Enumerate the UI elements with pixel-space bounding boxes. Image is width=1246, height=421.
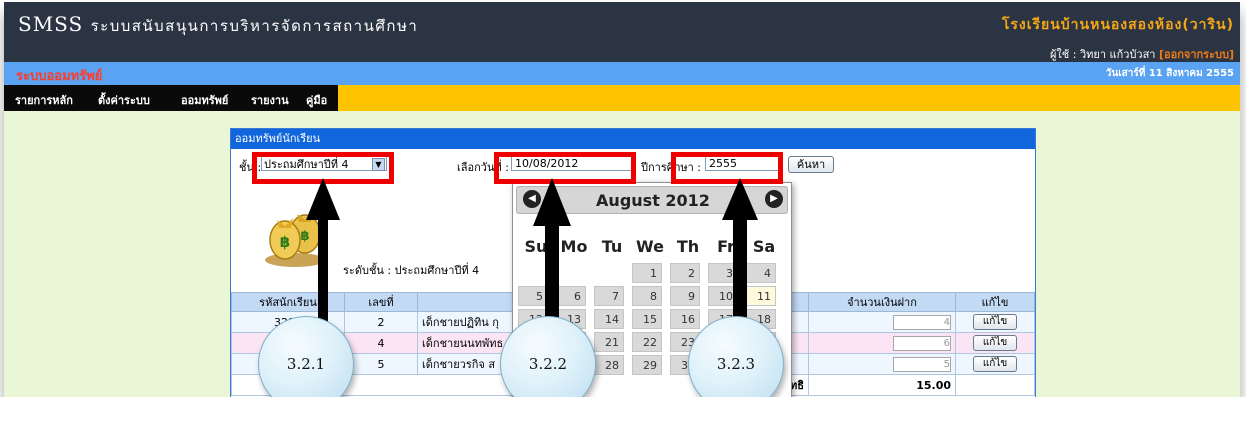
screenshot: SMSS ระบบสนับสนุนการบริหารจัดการสถานศึกษ… xyxy=(4,2,1240,397)
page-margin xyxy=(0,397,1246,421)
pointer-arrows xyxy=(306,178,758,354)
